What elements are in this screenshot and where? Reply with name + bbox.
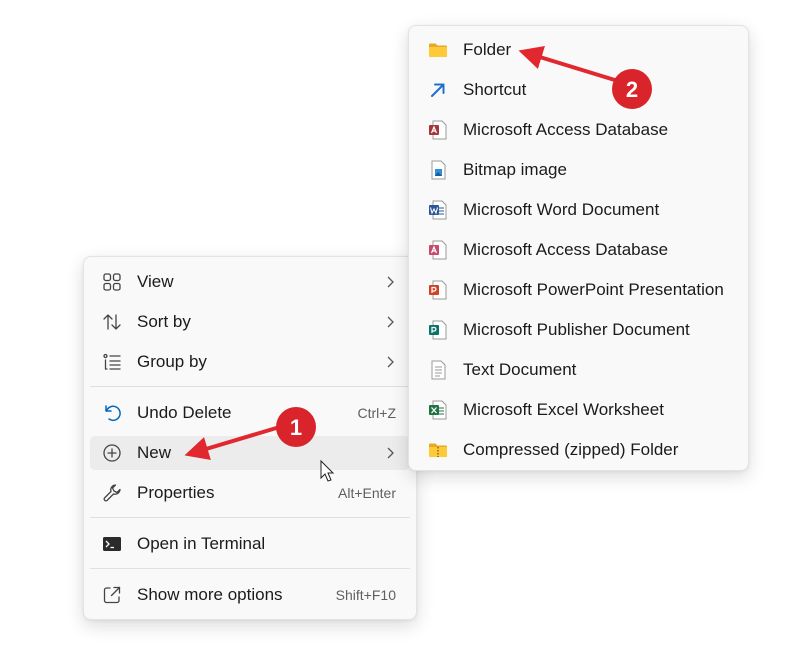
submenu-item-label: Microsoft Publisher Document [463, 320, 690, 339]
shortcut-arrow-icon [427, 79, 449, 101]
menu-separator [90, 517, 410, 518]
submenu-item-label: Compressed (zipped) Folder [463, 440, 679, 459]
submenu-item-label: Microsoft PowerPoint Presentation [463, 280, 724, 299]
menu-item-undo-delete[interactable]: Undo Delete Ctrl+Z [90, 396, 410, 430]
submenu-item-word-document[interactable]: Microsoft Word Document [415, 192, 742, 228]
publisher-icon [427, 319, 449, 341]
submenu-item-folder[interactable]: Folder [415, 32, 742, 68]
submenu-item-text-document[interactable]: Text Document [415, 352, 742, 388]
text-document-icon [427, 359, 449, 381]
powerpoint-icon [427, 279, 449, 301]
wrench-icon [101, 482, 123, 504]
submenu-item-label: Shortcut [463, 80, 527, 99]
chevron-right-icon [384, 275, 396, 289]
shortcut-text: Shift+F10 [335, 587, 396, 603]
submenu-item-label: Microsoft Access Database [463, 120, 669, 139]
plus-circle-icon [101, 442, 123, 464]
bitmap-icon [427, 159, 449, 181]
desktop-context-menu: View Sort by Group by Undo Delete Ctrl+Z… [83, 256, 417, 620]
menu-item-label: Group by [137, 352, 207, 371]
menu-item-new[interactable]: New [90, 436, 410, 470]
submenu-item-powerpoint[interactable]: Microsoft PowerPoint Presentation [415, 272, 742, 308]
menu-item-label: Sort by [137, 312, 191, 331]
word-icon [427, 199, 449, 221]
submenu-item-access-database[interactable]: Microsoft Access Database [415, 112, 742, 148]
submenu-item-label: Folder [463, 40, 512, 59]
submenu-item-bitmap-image[interactable]: Bitmap image [415, 152, 742, 188]
menu-item-sort-by[interactable]: Sort by [90, 305, 410, 339]
menu-item-label: Show more options [137, 585, 283, 604]
menu-item-label: Properties [137, 483, 215, 502]
submenu-item-publisher[interactable]: Microsoft Publisher Document [415, 312, 742, 348]
shortcut-text: Ctrl+Z [357, 405, 397, 421]
access-icon [427, 119, 449, 141]
menu-item-open-in-terminal[interactable]: Open in Terminal [90, 527, 410, 561]
submenu-item-label: Bitmap image [463, 160, 567, 179]
chevron-right-icon [384, 315, 396, 329]
share-external-icon [101, 584, 123, 606]
menu-item-properties[interactable]: Properties Alt+Enter [90, 476, 410, 510]
submenu-item-label: Microsoft Access Database [463, 240, 669, 259]
menu-item-label: Open in Terminal [137, 534, 266, 553]
menu-item-view[interactable]: View [90, 265, 410, 299]
submenu-item-zip-folder[interactable]: Compressed (zipped) Folder [415, 432, 742, 468]
chevron-right-icon [384, 355, 396, 369]
folder-icon [427, 39, 449, 61]
shortcut-text: Alt+Enter [338, 485, 396, 501]
menu-item-show-more-options[interactable]: Show more options Shift+F10 [90, 578, 410, 612]
group-list-icon [101, 351, 123, 373]
undo-icon [101, 402, 123, 424]
menu-item-label: Undo Delete [137, 403, 232, 422]
access-icon [427, 239, 449, 261]
chevron-right-icon [384, 446, 396, 460]
zip-folder-icon [427, 439, 449, 461]
excel-icon [427, 399, 449, 421]
submenu-item-label: Microsoft Word Document [463, 200, 660, 219]
new-submenu: Folder Shortcut Microsoft Access Databas… [408, 25, 749, 471]
submenu-item-excel[interactable]: Microsoft Excel Worksheet [415, 392, 742, 428]
submenu-item-label: Text Document [463, 360, 577, 379]
menu-item-label: View [137, 272, 174, 291]
submenu-item-access-database-2[interactable]: Microsoft Access Database [415, 232, 742, 268]
menu-separator [90, 568, 410, 569]
menu-item-group-by[interactable]: Group by [90, 345, 410, 379]
menu-item-label: New [137, 443, 172, 462]
submenu-item-shortcut[interactable]: Shortcut [415, 72, 742, 108]
grid-view-icon [101, 271, 123, 293]
menu-separator [90, 386, 410, 387]
sort-arrows-icon [101, 311, 123, 333]
terminal-icon [101, 533, 123, 555]
submenu-item-label: Microsoft Excel Worksheet [463, 400, 664, 419]
